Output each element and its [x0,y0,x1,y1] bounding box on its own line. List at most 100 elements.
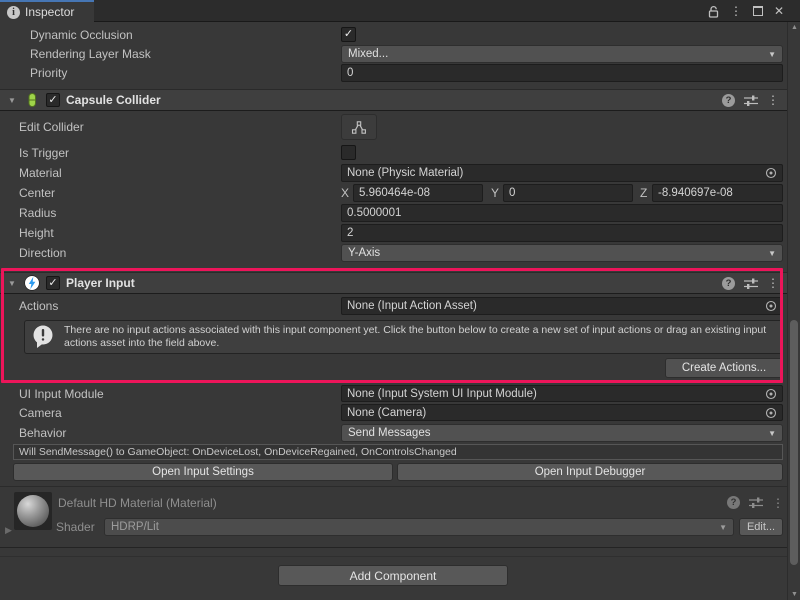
presets-icon[interactable] [749,496,763,509]
check-icon: ✓ [48,95,57,106]
vertical-scrollbar[interactable]: ▲ ▼ [787,22,800,600]
radius-label: Radius [19,204,56,222]
chevron-down-icon: ▼ [768,429,776,438]
ui-input-module-objectfield[interactable]: None (Input System UI Input Module) [341,385,783,402]
capsule-collider-enabled-checkbox[interactable]: ✓ [46,93,60,107]
open-input-settings-button[interactable]: Open Input Settings [13,463,393,481]
ui-input-module-value: None (Input System UI Input Module) [347,388,537,400]
check-icon: ✓ [344,29,353,40]
center-x-label[interactable]: X [341,184,349,202]
check-icon: ✓ [48,278,57,289]
material-header-icons: ? ⋮ [727,496,784,509]
center-z-input[interactable]: -8.940697e-08 [652,184,783,202]
help-icon[interactable]: ? [722,277,735,290]
player-input-enabled-checkbox[interactable]: ✓ [46,276,60,290]
direction-value: Y-Axis [348,247,380,259]
behavior-value: Send Messages [348,427,430,439]
center-y-input[interactable]: 0 [503,184,633,202]
material-sphere-preview [17,495,49,527]
shader-dropdown[interactable]: HDRP/Lit ▼ [104,518,734,536]
height-value: 2 [347,227,353,239]
center-y-label[interactable]: Y [491,184,499,202]
foldout-open-icon[interactable]: ▼ [6,96,18,105]
shader-edit-button[interactable]: Edit... [739,518,783,536]
radius-value: 0.5000001 [347,207,401,219]
kebab-menu-icon[interactable]: ⋮ [767,277,779,289]
foldout-open-icon[interactable]: ▼ [6,279,18,288]
center-z-label[interactable]: Z [640,184,647,202]
chevron-down-icon: ▼ [768,50,776,59]
kebab-menu-icon[interactable]: ⋮ [772,497,784,509]
collider-material-value: None (Physic Material) [347,167,463,179]
object-picker-icon[interactable] [765,300,777,312]
rendering-layer-mask-dropdown[interactable]: Mixed... ▼ [341,45,783,63]
maximize-icon[interactable] [753,6,763,16]
center-x-input[interactable]: 5.960464e-08 [353,184,483,202]
priority-input[interactable]: 0 [341,64,783,82]
close-icon[interactable]: ✕ [774,5,784,17]
scrollbar-thumb[interactable] [790,320,798,565]
capsule-collider-title: Capsule Collider [66,93,161,107]
scroll-down-icon[interactable]: ▼ [788,591,800,598]
player-input-header-icons: ? ⋮ [722,277,779,290]
camera-objectfield[interactable]: None (Camera) [341,404,783,421]
warning-bubble-icon [31,324,55,350]
player-input-header[interactable]: ▼ ✓ Player Input ? ⋮ [0,272,787,294]
inspector-window: i Inspector ⋮ ✕ Dynamic Occlusion ✓ Rend… [0,0,800,600]
add-component-label: Add Component [350,569,437,583]
center-z-value: -8.940697e-08 [658,187,733,199]
camera-value: None (Camera) [347,407,426,419]
tab-menu-icon[interactable]: ⋮ [730,5,742,17]
material-foldout-closed-icon[interactable]: ▶ [5,521,12,539]
edit-collider-label: Edit Collider [19,118,84,136]
dynamic-occlusion-checkbox[interactable]: ✓ [341,27,356,42]
is-trigger-checkbox[interactable] [341,145,356,160]
object-picker-icon[interactable] [765,388,777,400]
create-actions-button[interactable]: Create Actions... [665,358,783,378]
priority-label: Priority [30,64,67,82]
camera-label: Camera [19,404,62,422]
help-icon[interactable]: ? [722,94,735,107]
tab-title: Inspector [25,5,74,19]
object-picker-icon[interactable] [765,407,777,419]
help-icon[interactable]: ? [727,496,740,509]
capsule-collider-header[interactable]: ▼ ✓ Capsule Collider ? ⋮ [0,89,787,111]
unlock-icon[interactable] [708,5,719,18]
scroll-up-icon[interactable]: ▲ [788,24,800,31]
radius-input[interactable]: 0.5000001 [341,204,783,222]
height-input[interactable]: 2 [341,224,783,242]
no-actions-helpbox: There are no input actions associated wi… [24,320,783,354]
inspector-info-icon: i [7,6,20,19]
capsule-collider-header-icons: ? ⋮ [722,94,779,107]
direction-dropdown[interactable]: Y-Axis ▼ [341,244,783,262]
behavior-dropdown[interactable]: Send Messages ▼ [341,424,783,442]
open-input-debugger-label: Open Input Debugger [535,466,646,478]
open-input-debugger-button[interactable]: Open Input Debugger [397,463,783,481]
object-picker-icon[interactable] [765,167,777,179]
center-x-value: 5.960464e-08 [359,187,430,199]
presets-icon[interactable] [744,277,758,290]
is-trigger-label: Is Trigger [19,144,69,162]
player-input-icon [24,275,40,291]
kebab-menu-icon[interactable]: ⋮ [767,94,779,106]
create-actions-label: Create Actions... [682,362,766,374]
divider [0,556,787,557]
send-message-infobar: Will SendMessage() to GameObject: OnDevi… [13,444,783,460]
divider [0,486,787,487]
center-label: Center [19,184,55,202]
collider-material-objectfield[interactable]: None (Physic Material) [341,164,783,182]
behavior-label: Behavior [19,424,66,442]
shader-label: Shader [56,518,95,536]
material-title: Default HD Material (Material) [58,494,217,512]
rendering-layer-mask-value: Mixed... [348,48,388,60]
send-message-info-text: Will SendMessage() to GameObject: OnDevi… [19,446,457,458]
actions-value: None (Input Action Asset) [347,300,477,312]
material-preview-thumbnail[interactable] [14,492,52,530]
edit-collider-button[interactable] [341,114,377,140]
tab-inspector[interactable]: i Inspector [0,0,94,22]
collider-material-label: Material [19,164,62,182]
actions-objectfield[interactable]: None (Input Action Asset) [341,297,783,315]
presets-icon[interactable] [744,94,758,107]
rendering-layer-mask-label: Rendering Layer Mask [30,45,151,63]
add-component-button[interactable]: Add Component [278,565,508,586]
